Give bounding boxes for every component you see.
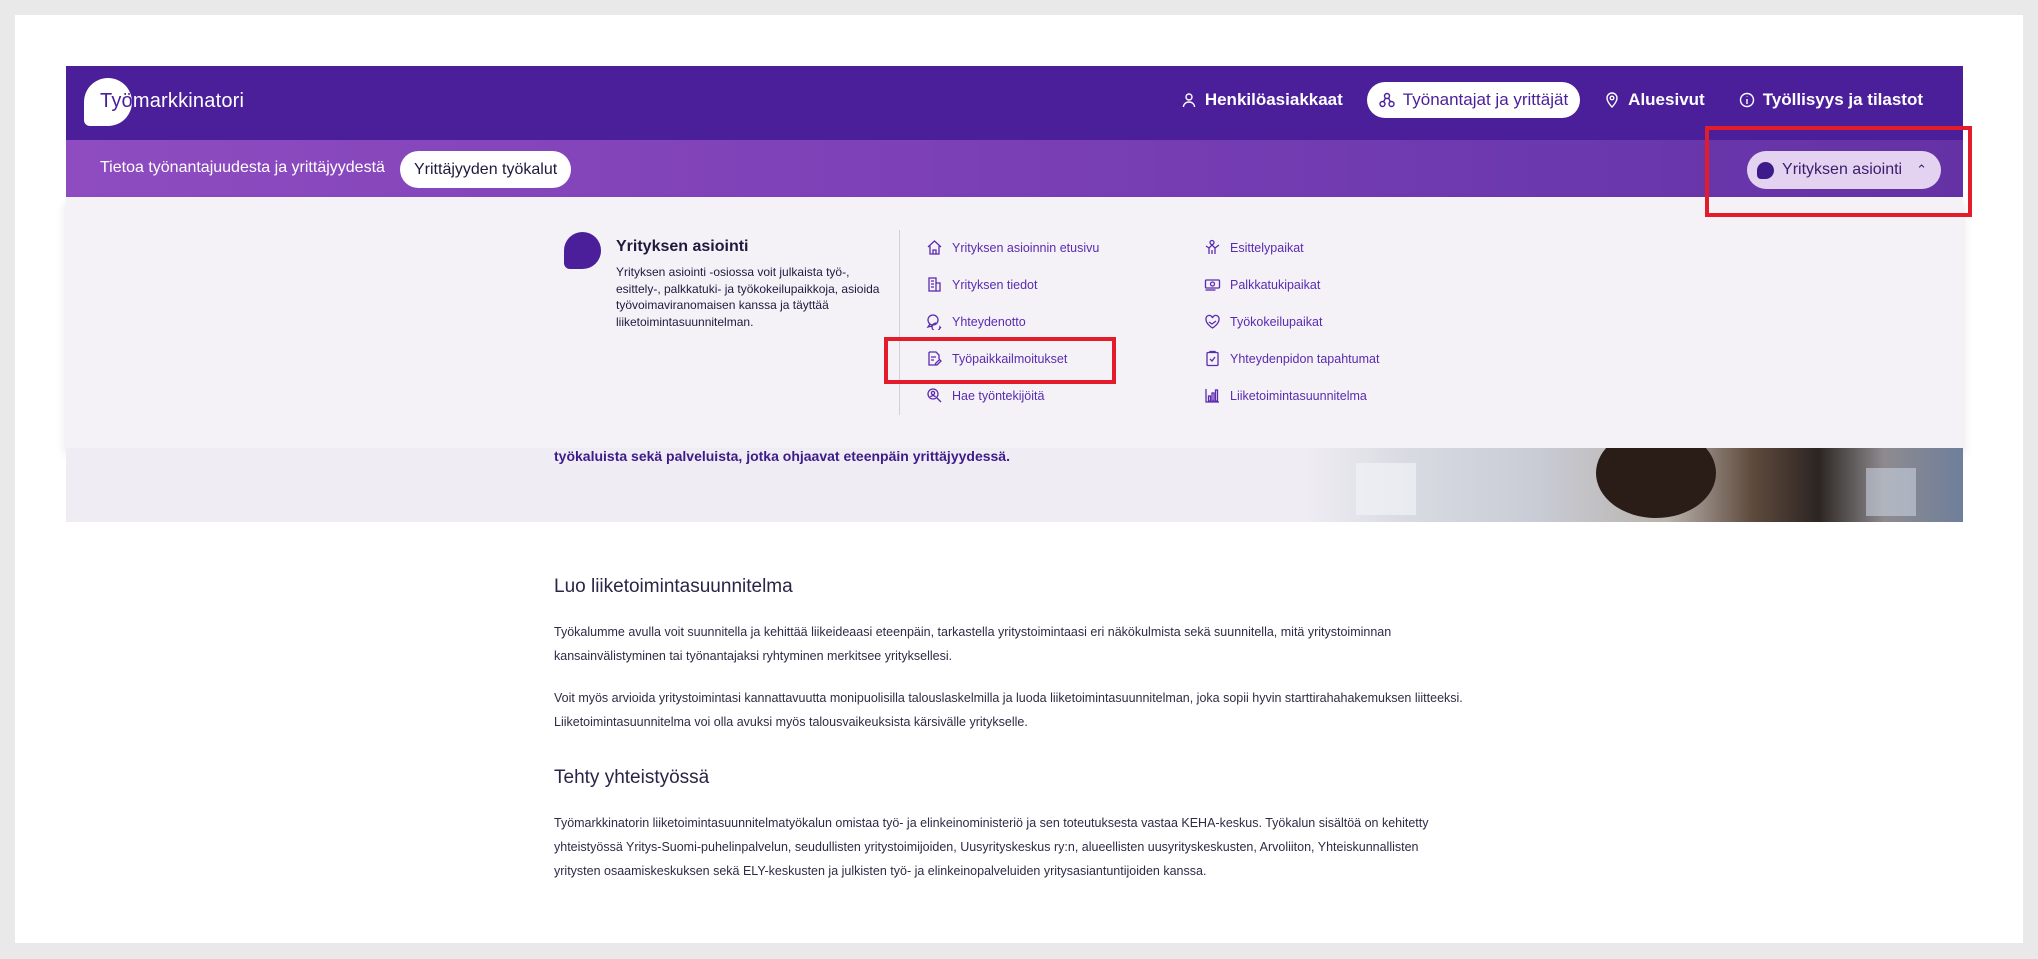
chat-icon: [926, 314, 942, 330]
hero-text: työkaluista sekä palveluista, jotka ohja…: [554, 448, 1010, 464]
nav-label: Henkilöasiakkaat: [1204, 90, 1343, 109]
hero-banner: työkaluista sekä palveluista, jotka ohja…: [66, 448, 1963, 522]
dropdown-title: Yrityksen asiointi: [616, 238, 749, 255]
link-tyokokeilupaikat[interactable]: Työkokeilupaikat: [1204, 313, 1322, 330]
section-heading-luo-liiketoimintasuunnitelma: Luo liiketoimintasuunnitelma: [554, 576, 793, 597]
nav-tyonantajat-ja-yrittajat[interactable]: Työnantajat ja yrittäjät: [1366, 82, 1581, 118]
paragraph: Voit myös arvioida yritystoimintasi kann…: [554, 686, 1504, 734]
paragraph: Työkalumme avulla voit suunnitella ja ke…: [554, 620, 1504, 668]
nav-tyollisyys-ja-tilastot[interactable]: Työllisyys ja tilastot: [1729, 82, 1933, 118]
link-yrityksen-tiedot[interactable]: Yrityksen tiedot: [926, 276, 1037, 293]
clipboard-check-icon: [1206, 350, 1219, 367]
info-circle-icon: [1739, 92, 1754, 108]
hero-image-detail: [1356, 463, 1416, 515]
link-yhteydenpidon-tapahtumat[interactable]: Yhteydenpidon tapahtumat: [1204, 350, 1379, 367]
main-nav: Henkilöasiakkaat Työnantajat ja yrittäjä…: [1171, 82, 1933, 118]
link-liiketoimintasuunnitelma[interactable]: Liiketoimintasuunnitelma: [1204, 387, 1367, 404]
location-pin-icon: [1606, 92, 1618, 108]
link-yrityksen-asioinnin-etusivu[interactable]: Yrityksen asioinnin etusivu: [926, 239, 1099, 256]
link-yhteydenotto[interactable]: Yhteydenotto: [926, 313, 1026, 330]
paragraph-line: Voit myös arvioida yritystoimintasi kann…: [554, 691, 1463, 705]
money-icon: [1204, 279, 1221, 291]
paragraph-line: yritysten osaamiskeskuksen sekä ELY-kesk…: [554, 864, 1207, 878]
dropdown-description: Yrityksen asiointi -osiossa voit julkais…: [616, 265, 880, 329]
annotation-highlight-tyopaikkailmoitukset: [884, 337, 1116, 384]
person-icon: [1182, 93, 1196, 108]
building-icon: [928, 277, 941, 292]
home-icon: [927, 240, 942, 255]
subnav-pill-yrittajyyden-tyokalut[interactable]: Yrittäjyyden työkalut: [400, 151, 572, 188]
section-subnav: Tietoa työnantajuudesta ja yrittäjyydest…: [66, 140, 1963, 197]
link-hae-tyontekijoita[interactable]: Hae työntekijöitä: [926, 387, 1044, 404]
paragraph-line: Liiketoimintasuunnitelma voi olla avuksi…: [554, 715, 1028, 729]
nav-label: Työnantajat ja yrittäjät: [1402, 90, 1569, 109]
paragraph: Työmarkkinatorin liiketoimintasuunnitelm…: [554, 811, 1504, 883]
dropdown-divider: [899, 230, 900, 415]
site-logo[interactable]: Työmarkkinatori: [84, 78, 244, 126]
logo-text: Työmarkkinatori: [100, 90, 245, 112]
paragraph-line: kansainvälistyminen tai työnantajaksi ry…: [554, 649, 953, 663]
nav-label: Työllisyys ja tilastot: [1762, 90, 1923, 109]
search-person-icon: [927, 388, 942, 403]
chart-icon: [1205, 389, 1219, 403]
company-bubble-icon: [564, 232, 601, 269]
top-navigation-bar: Työmarkkinatori Henkilöasiakkaat Työnant…: [66, 66, 1963, 140]
subnav-link-tietoa[interactable]: Tietoa työnantajuudesta ja yrittäjyydest…: [100, 159, 385, 177]
handshake-heart-icon: [1205, 314, 1220, 329]
nav-henkiloasiakkaat[interactable]: Henkilöasiakkaat: [1171, 82, 1353, 118]
nav-label: Aluesivut: [1628, 90, 1705, 109]
presenter-icon: [1205, 239, 1220, 254]
paragraph-line: Työmarkkinatorin liiketoimintasuunnitelm…: [554, 816, 1429, 830]
nav-aluesivut[interactable]: Aluesivut: [1594, 82, 1715, 118]
annotation-highlight-company-button: [1705, 126, 1972, 217]
hero-image-detail: [1866, 468, 1916, 516]
link-palkkatukipaikat[interactable]: Palkkatukipaikat: [1204, 276, 1320, 293]
network-icon: [1379, 92, 1395, 108]
company-services-dropdown: Yrityksen asiointi Yrityksen asiointi -o…: [66, 197, 1963, 448]
section-heading-tehty-yhteistyossa: Tehty yhteistyössä: [554, 767, 710, 788]
paragraph-line: yhteistyössä Yritys-Suomi-puhelinpalvelu…: [554, 840, 1419, 854]
paragraph-line: Työkalumme avulla voit suunnitella ja ke…: [554, 625, 1392, 639]
link-esittelypaikat[interactable]: Esittelypaikat: [1204, 239, 1304, 256]
